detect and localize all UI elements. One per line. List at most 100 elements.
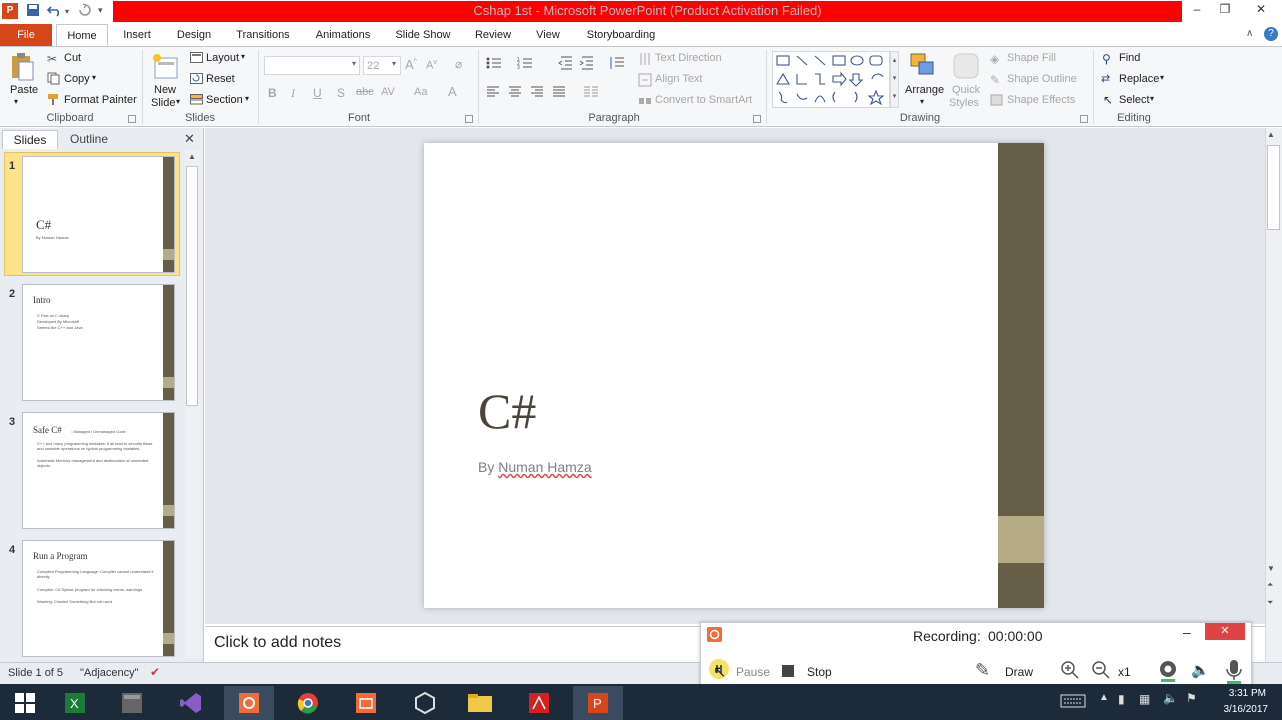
unity-taskbar-icon[interactable] [400,686,450,720]
select-dropdown-icon[interactable]: ▾ [1150,94,1154,103]
arrange-button[interactable]: Arrange [905,84,944,96]
clear-formatting-icon[interactable]: ⌀ [455,57,462,71]
stop-icon[interactable] [782,665,794,677]
powerpoint-app-icon[interactable]: P [2,3,18,19]
shapes-gallery[interactable] [772,51,890,108]
next-slide-icon[interactable]: ⏷ [1267,598,1273,608]
reset-icon[interactable] [190,73,203,84]
font-launcher-icon[interactable] [465,115,473,123]
select-icon[interactable]: ↖ [1103,93,1113,107]
section-icon[interactable] [190,94,203,105]
section-dropdown-icon[interactable]: ▾ [245,94,249,103]
shrink-font-icon[interactable]: Av [426,59,437,72]
tab-slides-panel[interactable]: Slides [2,130,58,149]
bold-button[interactable]: B [268,86,277,100]
copy-dropdown-icon[interactable]: ▾ [92,73,96,82]
close-button[interactable]: ✕ [1240,2,1282,20]
tab-outline-panel[interactable]: Outline [60,130,118,149]
pause-button[interactable]: Pause [736,665,770,679]
slide-title[interactable]: C# [478,382,536,440]
replace-button[interactable]: Replace [1119,73,1159,85]
battery-icon[interactable]: ▮ [1118,692,1125,706]
slide-thumbnail-2[interactable]: Intro C Part on C sharp Developed By Mic… [22,284,175,401]
align-left-icon[interactable] [486,86,500,98]
justify-icon[interactable] [552,86,566,98]
redo-icon[interactable] [78,3,92,19]
zoom-out-icon[interactable] [1091,660,1111,680]
action-center-icon[interactable]: ⚑ [1186,691,1197,705]
paste-button[interactable]: Paste [10,84,38,96]
network-icon[interactable]: ▦ [1139,692,1150,706]
excel-taskbar-icon[interactable]: X [50,686,100,720]
acrobat-taskbar-icon[interactable] [514,686,564,720]
help-icon[interactable]: ? [1264,27,1278,41]
paste-dropdown-icon[interactable]: ▾ [14,97,18,106]
current-slide[interactable] [424,143,1044,608]
clock-time[interactable]: 3:31 PM [1214,688,1266,699]
shape-effects-icon[interactable] [990,94,1003,106]
quick-styles-icon[interactable] [952,52,980,80]
layout-button[interactable]: Layout [206,52,239,64]
minimize-button[interactable]: – [1183,2,1211,20]
text-direction-button[interactable]: Text Direction [655,52,722,64]
tab-home[interactable]: Home [56,24,108,46]
format-painter-button[interactable]: Format Painter [64,94,137,106]
smartart-icon[interactable] [638,94,652,108]
copy-button[interactable]: Copy [64,73,90,85]
microphone-icon[interactable] [1223,659,1245,685]
cut-button[interactable]: Cut [64,52,81,64]
system-audio-icon[interactable]: 🔈 [1191,661,1210,679]
tab-insert[interactable]: Insert [114,24,160,46]
webcam-icon[interactable] [1157,659,1179,683]
shapes-gallery-scroll[interactable]: ▴ ▾ ▾ [890,51,899,108]
file-explorer-taskbar-icon[interactable] [455,686,505,720]
tab-view[interactable]: View [526,24,570,46]
shape-fill-button[interactable]: Shape Fill [1007,52,1056,64]
font-size-dropdown-icon[interactable]: ▾ [392,59,396,68]
arrange-dropdown-icon[interactable]: ▾ [920,97,924,106]
strikethrough-button[interactable]: abc [356,86,374,98]
grow-font-icon[interactable]: A^ [405,57,417,72]
previous-slide-icon[interactable]: ⏶ [1267,580,1273,590]
tab-design[interactable]: Design [168,24,220,46]
align-center-icon[interactable] [508,86,522,98]
scroll-up-icon[interactable]: ▲ [1267,130,1275,139]
new-slide-button[interactable]: New [154,84,176,96]
tab-review[interactable]: Review [468,24,518,46]
decrease-indent-icon[interactable] [557,56,573,70]
font-name-dropdown-icon[interactable]: ▾ [352,59,356,68]
draw-button[interactable]: Draw [1005,665,1033,679]
convert-smartart-button[interactable]: Convert to SmartArt [655,94,752,106]
stop-button[interactable]: Stop [807,665,832,679]
character-spacing-button[interactable]: AV [381,86,395,98]
quick-styles-button[interactable]: Quick [952,84,980,96]
drawing-launcher-icon[interactable] [1080,115,1088,123]
cut-icon[interactable]: ✂ [47,52,57,66]
tab-transitions[interactable]: Transitions [228,24,298,46]
text-direction-icon[interactable] [638,52,652,66]
reset-button[interactable]: Reset [206,73,235,85]
align-text-button[interactable]: Align Text [655,73,703,85]
new-slide-icon[interactable] [151,52,179,82]
text-shadow-button[interactable]: S [337,86,345,100]
bullets-icon[interactable] [486,56,502,70]
undo-icon[interactable] [47,3,63,19]
copy-icon[interactable] [47,72,60,85]
spell-check-icon[interactable]: ✔ [150,665,160,679]
screen-recorder-taskbar-icon[interactable] [224,686,274,720]
clipboard-launcher-icon[interactable] [128,115,136,123]
layout-icon[interactable] [190,52,203,63]
shape-outline-icon[interactable]: ✎ [990,73,1000,87]
tab-animations[interactable]: Animations [308,24,378,46]
powerpoint-taskbar-icon[interactable]: P [573,686,623,720]
tab-storyboarding[interactable]: Storyboarding [578,24,664,46]
calculator-taskbar-icon[interactable] [107,686,157,720]
shape-outline-button[interactable]: Shape Outline [1007,73,1077,85]
find-button[interactable]: Find [1119,52,1140,64]
select-button[interactable]: Select [1119,94,1150,106]
paragraph-launcher-icon[interactable] [753,115,761,123]
slide-subtitle[interactable]: By Numan Hamza [478,459,592,475]
font-name-combobox[interactable] [264,56,360,75]
new-slide-dropdown-icon[interactable]: ▾ [176,97,180,106]
screenshot-tool-taskbar-icon[interactable] [341,686,391,720]
